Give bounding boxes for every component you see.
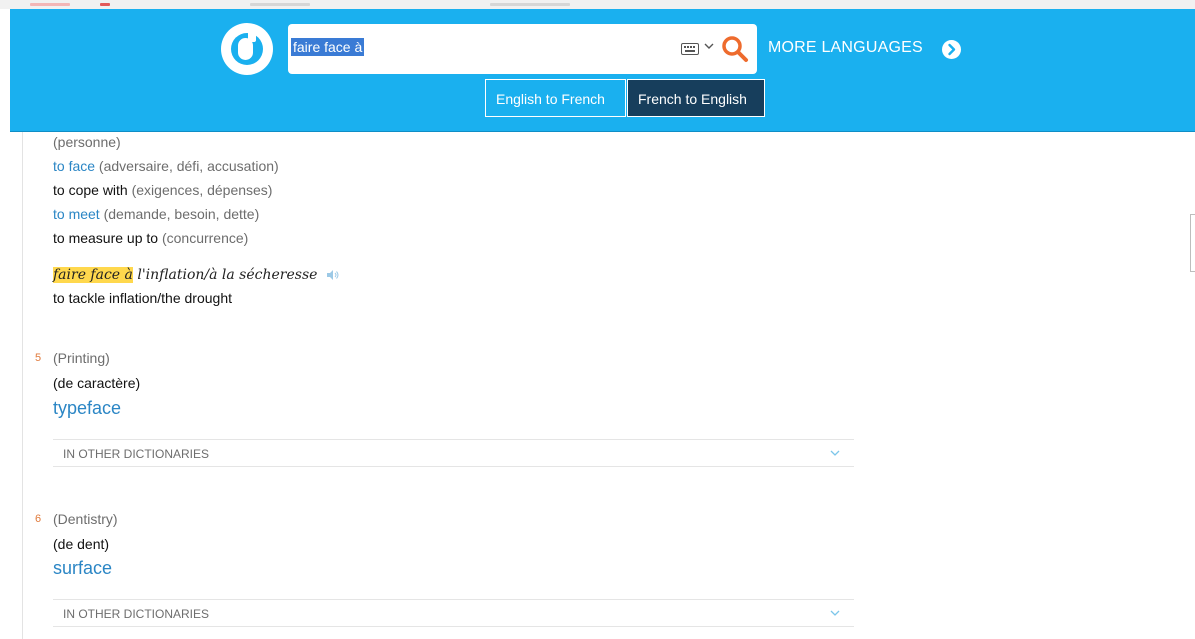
speaker-icon[interactable] (327, 270, 339, 281)
sense-domain: (Dentistry) (53, 511, 118, 527)
sense-domain: (Printing) (53, 350, 110, 366)
strip-mark (100, 3, 110, 6)
translation-text: to measure up to (53, 230, 159, 246)
other-dictionaries-toggle[interactable]: IN OTHER DICTIONARIES (53, 439, 854, 467)
example-rest: l'inflation/à la sécheresse (132, 267, 318, 283)
sense-number: 5 (35, 352, 42, 364)
translation-link[interactable]: typeface (53, 398, 121, 419)
translation-link[interactable]: to meet (53, 206, 100, 222)
sense-context: (de dent) (53, 536, 110, 552)
arrow-right-circle-icon[interactable] (942, 40, 961, 59)
sense-line: to measure up to (concurrence) (53, 230, 248, 246)
translation-link[interactable]: to face (53, 158, 95, 174)
gloss: (exigences, dépenses) (131, 182, 273, 198)
browser-top-strip (0, 0, 1195, 9)
example-english: to tackle inflation/the drought (53, 290, 233, 306)
strip-mark (30, 3, 70, 6)
example-french: faire face à l'inflation/à la sécheresse (53, 266, 339, 283)
direction-tabs: English to French French to English (485, 79, 765, 119)
translation-text: to cope with (53, 182, 128, 198)
gloss: (demande, besoin, dette) (103, 206, 260, 222)
other-dictionaries-label: IN OTHER DICTIONARIES (63, 607, 210, 621)
right-sidebar (868, 132, 1195, 639)
sense-context: (de caractère) (53, 375, 141, 391)
chevron-down-icon[interactable] (704, 41, 714, 51)
dictionary-entry: (personne) to face (adversaire, défi, ac… (22, 132, 869, 639)
other-dictionaries-label: IN OTHER DICTIONARIES (63, 447, 210, 461)
chevron-down-icon (830, 450, 840, 456)
sense-context: (personne) (53, 134, 121, 150)
sense-line: to meet (demande, besoin, dette) (53, 206, 259, 222)
strip-mark (250, 3, 310, 6)
chevron-down-icon (830, 610, 840, 616)
tab-english-to-french[interactable]: English to French (485, 79, 626, 117)
search-input[interactable] (293, 37, 663, 59)
translation-link[interactable]: surface (53, 558, 112, 579)
sense-line: to cope with (exigences, dépenses) (53, 182, 272, 198)
logo-icon[interactable] (221, 23, 273, 75)
gloss: (concurrence) (161, 230, 249, 246)
sense-line: to face (adversaire, défi, accusation) (53, 158, 279, 174)
example-highlight: faire face à (53, 267, 133, 283)
site-header: faire face à MORE LANGUAGES English to F… (10, 9, 1195, 132)
more-languages-link[interactable]: MORE LANGUAGES (768, 39, 923, 57)
keyboard-icon[interactable] (681, 43, 699, 55)
search-icon[interactable] (720, 34, 750, 64)
strip-mark (490, 3, 570, 6)
sense-number: 6 (35, 513, 42, 525)
search-box: faire face à (288, 24, 757, 74)
gloss: (adversaire, défi, accusation) (98, 158, 279, 174)
tab-french-to-english[interactable]: French to English (627, 79, 765, 117)
window-edge-handle (1190, 214, 1195, 272)
other-dictionaries-toggle[interactable]: IN OTHER DICTIONARIES (53, 599, 854, 627)
